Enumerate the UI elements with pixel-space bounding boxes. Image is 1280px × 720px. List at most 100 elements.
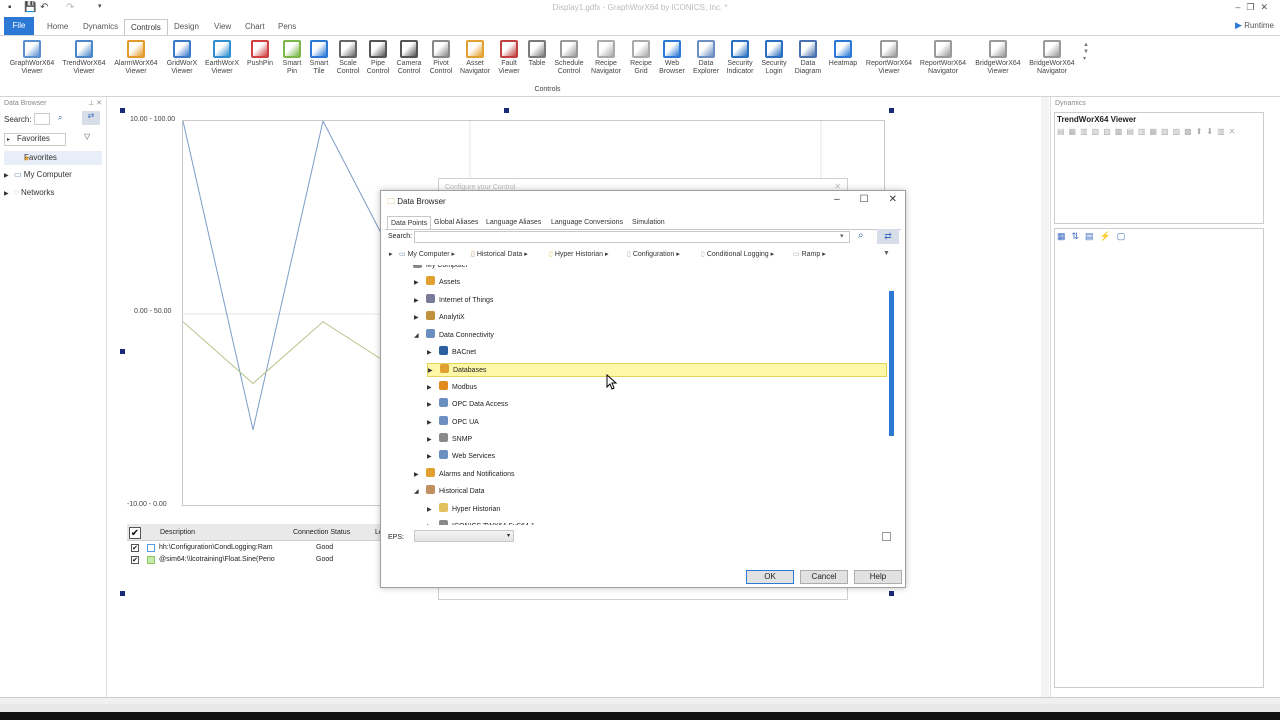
ribbon-button-trend[interactable]: TrendWorX64 Viewer xyxy=(60,40,108,76)
expand-arrow-icon[interactable]: ▶ xyxy=(427,450,439,464)
tree-item-opc-data-access[interactable]: ▶ OPC Data Access xyxy=(427,398,508,412)
tab-pens[interactable]: Pens xyxy=(272,19,302,35)
expand-arrow-icon[interactable]: ◢ xyxy=(414,329,426,343)
breadcrumb-item-ramp[interactable]: ▭ Ramp ▸ xyxy=(793,250,826,258)
tree-item-favorites[interactable]: Favorites xyxy=(4,151,102,165)
tab-home[interactable]: Home xyxy=(41,19,74,35)
tree-item-my-computer[interactable]: My Computer xyxy=(401,265,468,273)
tab-language-conversions[interactable]: Language Conversions xyxy=(548,216,626,229)
tab-file[interactable]: File xyxy=(4,17,34,35)
tree-item-snmp[interactable]: ▶ SNMP xyxy=(427,433,472,447)
expand-arrow-icon[interactable]: ▶ xyxy=(427,503,439,517)
tree-item-bacnet[interactable]: ▶ BACnet xyxy=(427,346,476,360)
ribbon-button-bridge-nav[interactable]: BridgeWorX64 Navigator xyxy=(1028,40,1076,76)
expand-arrow-icon[interactable]: ▶ xyxy=(427,520,439,525)
selection-handle[interactable] xyxy=(120,349,125,354)
tab-dynamics[interactable]: Dynamics xyxy=(77,19,124,35)
tree-item-historical-data[interactable]: ◢ Historical Data xyxy=(414,485,485,499)
selection-handle[interactable] xyxy=(504,108,509,113)
tab-view[interactable]: View xyxy=(208,19,237,35)
legend-header-connection-status[interactable]: Connection Status xyxy=(293,529,350,536)
breadcrumb-item-hyper-historian[interactable]: ▯ Hyper Historian ▸ xyxy=(549,250,609,258)
expand-arrow-icon[interactable]: ▶ xyxy=(414,276,426,290)
runtime-button[interactable]: ▶ Runtime xyxy=(1235,20,1274,31)
pen-checkbox[interactable]: ✔ xyxy=(131,556,139,564)
tab-simulation[interactable]: Simulation xyxy=(629,216,668,229)
close-icon[interactable]: ✕ xyxy=(889,194,897,205)
tree-item-alarms-and-notifications[interactable]: ▶ Alarms and Notifications xyxy=(414,467,514,482)
selection-handle[interactable] xyxy=(889,108,894,113)
ribbon-button-report-viewer[interactable]: ReportWorX64 Viewer xyxy=(865,40,913,76)
selection-handle[interactable] xyxy=(120,591,125,596)
expand-arrow-icon[interactable]: ▶ xyxy=(427,381,439,395)
tab-data-points[interactable]: Data Points xyxy=(387,216,432,229)
tree-item-databases[interactable]: ▶ Databases xyxy=(427,363,887,378)
favorites-dropdown[interactable]: ▸ Favorites xyxy=(4,133,66,146)
minimize-icon[interactable]: – xyxy=(1235,2,1246,12)
expand-arrow-icon[interactable]: ◢ xyxy=(414,485,426,499)
selection-handle[interactable] xyxy=(889,591,894,596)
search-dropdown-icon[interactable]: ▾ xyxy=(840,232,844,240)
breadcrumb-item-configuration[interactable]: ▯ Configuration ▸ xyxy=(627,250,680,258)
legend-header-description[interactable]: Description xyxy=(160,529,195,536)
tree-item-internet-of-things[interactable]: ▶ Internet of Things xyxy=(414,293,493,308)
tree-scrollbar[interactable] xyxy=(889,291,894,436)
tab-global-aliases[interactable]: Global Aliases xyxy=(431,216,481,229)
ribbon-button-bridge-viewer[interactable]: BridgeWorX64 Viewer xyxy=(974,40,1022,76)
filter-icon[interactable]: ▼ xyxy=(883,250,890,257)
ribbon-button-report-nav[interactable]: ReportWorX64 Navigator xyxy=(919,40,967,76)
horizontal-scrollbar[interactable] xyxy=(0,704,1280,712)
expand-arrow-icon[interactable]: ▶ xyxy=(428,364,440,378)
ribbon-button-alarm[interactable]: AlarmWorX64 Viewer xyxy=(112,40,160,76)
eps-checkbox[interactable] xyxy=(882,532,891,541)
tree-item-assets[interactable]: ▶ Assets xyxy=(414,276,460,290)
help-button[interactable]: Help xyxy=(854,570,902,584)
expand-arrow-icon[interactable]: ▶ xyxy=(427,346,439,360)
search-input[interactable] xyxy=(414,231,850,243)
maximize-icon[interactable]: ☐ xyxy=(860,194,869,205)
tab-chart[interactable]: Chart xyxy=(239,19,271,35)
tab-language-aliases[interactable]: Language Aliases xyxy=(483,216,544,229)
select-all-checkbox[interactable]: ✔ xyxy=(129,527,141,539)
ok-button[interactable]: OK xyxy=(746,570,794,584)
breadcrumb-item-historical-data[interactable]: ▯ Historical Data ▸ xyxy=(471,250,528,258)
refresh-icon[interactable]: ⇄ xyxy=(877,229,899,244)
canvas-vertical-scrollbar[interactable] xyxy=(1041,97,1049,697)
tree-item-analytix[interactable]: ▶ AnalytiX xyxy=(414,311,465,325)
cancel-button[interactable]: Cancel xyxy=(800,570,848,584)
property-view-icons[interactable]: ▦⇅▤⚡▢ xyxy=(1057,231,1131,242)
tree-item-my-computer[interactable]: ▶ ▭ My Computer xyxy=(4,170,72,179)
tab-design[interactable]: Design xyxy=(168,19,205,35)
search-icon[interactable]: ⌕ xyxy=(58,113,62,123)
tree-item-web-services[interactable]: ▶ Web Services xyxy=(427,450,495,464)
ribbon-button-heatmap[interactable]: Heatmap xyxy=(819,40,867,68)
tree-item-data-connectivity[interactable]: ◢ Data Connectivity xyxy=(414,328,494,343)
breadcrumb-expand-icon[interactable]: ▸ xyxy=(389,250,393,258)
ribbon-button-graphworx[interactable]: GraphWorX64 Viewer xyxy=(8,40,56,76)
properties-toolbar[interactable]: ▤▦▥▧▨▩▤▥▦▧▨▩⬆⬇▥✕ xyxy=(1057,127,1239,136)
expand-arrow-icon[interactable]: ▶ xyxy=(414,294,426,308)
tree-item-networks[interactable]: ▶ ◌ Networks xyxy=(4,188,54,197)
expand-arrow-icon[interactable]: ▶ xyxy=(427,416,439,430)
search-icon[interactable]: ⌕ xyxy=(858,230,864,241)
restore-icon[interactable]: ❐ xyxy=(1246,2,1260,12)
tree-item-modbus[interactable]: ▶ Modbus xyxy=(427,380,477,395)
expand-arrow-icon[interactable]: ▶ xyxy=(427,433,439,447)
search-input[interactable] xyxy=(34,113,50,125)
filter-icon[interactable]: ▽ xyxy=(84,132,90,141)
close-icon[interactable]: ✕ xyxy=(1260,2,1274,12)
tab-controls[interactable]: Controls xyxy=(124,19,168,35)
expand-arrow-icon[interactable]: ▶ xyxy=(427,398,439,412)
refresh-icon[interactable]: ⇄ xyxy=(82,111,100,125)
ribbon-scroll-icon[interactable]: ▲ ▼ ▾ xyxy=(1083,42,1089,63)
breadcrumb-item-conditional-logging[interactable]: ▯ Conditional Logging ▸ xyxy=(701,250,774,258)
tree-item-hyper-historian[interactable]: ▶ Hyper Historian xyxy=(427,502,500,517)
tree-item-iconics-twx64-sys64-1[interactable]: ▶ ICONICS TWX64 SyS64.1 xyxy=(427,520,535,525)
pin-icon[interactable]: ⊥ ✕ xyxy=(88,99,102,107)
expand-arrow-icon[interactable]: ▶ xyxy=(414,468,426,482)
minimize-icon[interactable]: – xyxy=(834,194,840,205)
breadcrumb-item-my-computer[interactable]: ▭ My Computer ▸ xyxy=(399,250,455,258)
eps-dropdown[interactable]: ▾ xyxy=(414,530,514,542)
selection-handle[interactable] xyxy=(120,108,125,113)
tree-item-opc-ua[interactable]: ▶ OPC UA xyxy=(427,415,479,430)
